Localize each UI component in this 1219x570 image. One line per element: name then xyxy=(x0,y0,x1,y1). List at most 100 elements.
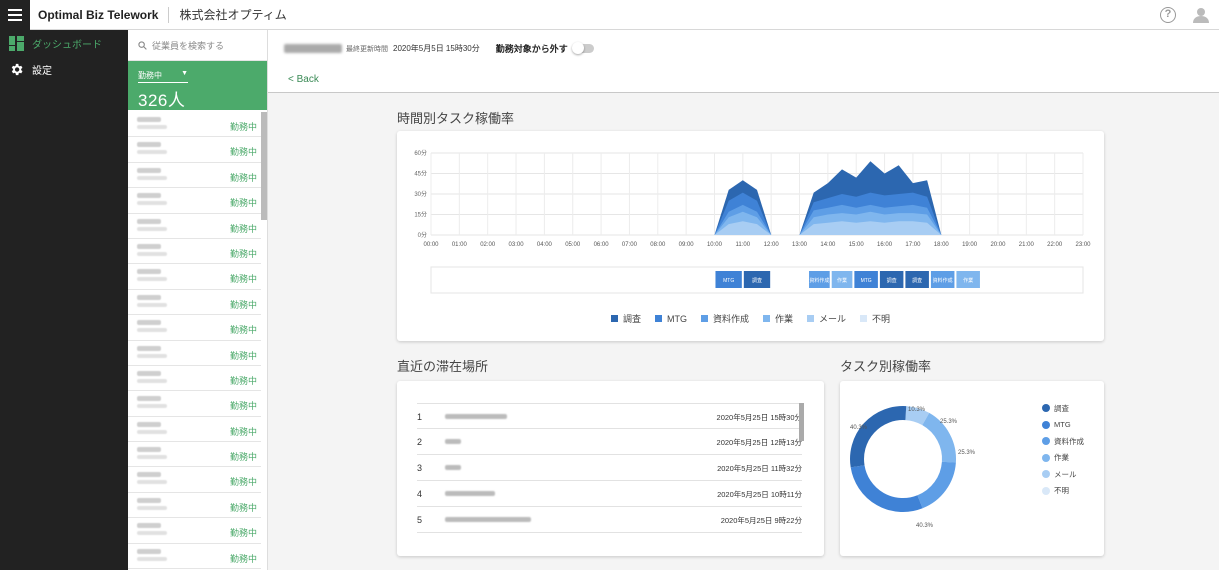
employee-dept-redacted xyxy=(137,150,167,155)
top-bar: Optimal Biz Telework 株式会社オプティム ? xyxy=(0,0,1219,30)
legend-swatch xyxy=(700,315,708,322)
location-index: 2 xyxy=(417,437,423,447)
employee-row[interactable]: 勤務中 xyxy=(128,442,261,468)
employee-row[interactable]: 勤務中 xyxy=(128,112,261,138)
legend-label: 資料作成 xyxy=(712,314,749,324)
title-divider xyxy=(168,6,170,23)
y-tick-label: 45分 xyxy=(414,170,427,178)
employee-row[interactable]: 勤務中 xyxy=(128,391,261,417)
employee-dept-redacted xyxy=(137,455,167,460)
donut-legend-swatch xyxy=(1042,437,1050,446)
donut-legend-label: 調査 xyxy=(1054,403,1069,413)
employee-row[interactable]: 勤務中 xyxy=(128,264,261,290)
exclude-from-work-toggle[interactable] xyxy=(571,42,594,54)
location-name-redacted xyxy=(445,439,461,444)
employee-status: 勤務中 xyxy=(229,553,257,564)
employee-name-redacted xyxy=(137,218,161,224)
employee-name-redacted xyxy=(137,193,161,199)
employee-name-redacted xyxy=(137,269,161,275)
donut-legend-item: 資料作成 xyxy=(1042,433,1084,450)
recent-locations-card: 1 2020年5月25日 15時30分 2 2020年5月25日 12時13分 3 202… xyxy=(397,381,824,556)
employee-dept-redacted xyxy=(137,429,167,434)
legend-swatch xyxy=(610,315,618,322)
location-name-redacted xyxy=(445,517,531,522)
employee-dept-redacted xyxy=(137,277,167,282)
employee-row[interactable]: 勤務中 xyxy=(128,315,261,341)
employee-dept-redacted xyxy=(137,531,167,536)
x-tick-label: 15:00 xyxy=(849,242,865,248)
donut-slice xyxy=(850,406,907,468)
employee-list-scrollbar[interactable] xyxy=(261,112,267,220)
location-row[interactable]: 1 2020年5月25日 15時30分 xyxy=(417,403,802,429)
location-time: 2020年5月25日 9時22分 xyxy=(720,516,802,525)
exclude-from-work-label: 勤務対象から外す xyxy=(495,44,568,54)
hamburger-menu-icon[interactable] xyxy=(0,0,30,30)
legend-item: MTG xyxy=(654,312,687,325)
help-icon[interactable]: ? xyxy=(1160,7,1176,23)
employee-dept-redacted xyxy=(137,404,167,409)
nav-item-label: 設定 xyxy=(32,65,52,77)
employee-dept-redacted xyxy=(137,251,167,256)
search-icon xyxy=(138,40,147,50)
employee-status: 勤務中 xyxy=(229,299,257,310)
nav-item-dashboard[interactable]: ダッシュボード xyxy=(0,30,128,56)
employee-row[interactable]: 勤務中 xyxy=(128,341,261,366)
donut-legend-label: 作業 xyxy=(1054,453,1069,463)
location-row[interactable]: 3 2020年5月25日 11時32分 xyxy=(417,455,802,481)
employee-dept-redacted xyxy=(137,328,167,333)
timeline-label: 作業 xyxy=(963,277,973,284)
employee-status: 勤務中 xyxy=(229,477,257,488)
employee-status: 勤務中 xyxy=(229,223,257,234)
x-tick-label: 00:00 xyxy=(423,242,439,248)
x-tick-label: 01:00 xyxy=(452,242,468,248)
employee-status: 勤務中 xyxy=(229,401,257,412)
legend-item: メール xyxy=(807,312,846,325)
donut-legend-item: 調査 xyxy=(1042,400,1084,417)
employee-row[interactable]: 勤務中 xyxy=(128,544,261,570)
employee-row[interactable]: 勤務中 xyxy=(128,417,261,443)
employee-row[interactable]: 勤務中 xyxy=(128,467,261,493)
x-tick-label: 18:00 xyxy=(934,242,950,248)
location-index: 4 xyxy=(417,489,423,499)
x-tick-label: 08:00 xyxy=(650,242,666,248)
employee-name-redacted xyxy=(137,142,161,148)
legend-item: 調査 xyxy=(610,312,641,325)
employee-row[interactable]: 勤務中 xyxy=(128,188,261,214)
donut-legend-swatch xyxy=(1042,420,1050,429)
employee-row[interactable]: 勤務中 xyxy=(128,493,261,519)
employee-name-redacted xyxy=(137,523,161,529)
location-time: 2020年5月25日 15時30分 xyxy=(716,413,802,422)
donut-legend-swatch xyxy=(1042,470,1050,479)
hourly-task-card: 60分 45分 30分 15分 0分 00:00 01:00 02:00 03:00 04:00 0… xyxy=(397,131,1104,341)
status-filter-select[interactable]: 勤務中 ▼ xyxy=(138,70,188,83)
employee-name-redacted xyxy=(137,167,161,173)
location-row[interactable]: 2 2020年5月25日 12時13分 xyxy=(417,429,802,455)
gear-icon xyxy=(11,63,23,75)
employee-row[interactable]: 勤務中 xyxy=(128,137,261,163)
user-avatar-icon[interactable] xyxy=(1192,6,1210,24)
donut-slice xyxy=(917,461,956,509)
back-link[interactable]: < Back xyxy=(288,74,319,85)
donut-legend-item: 作業 xyxy=(1042,450,1084,467)
employee-name-redacted xyxy=(137,497,161,503)
employee-row[interactable]: 勤務中 xyxy=(128,239,261,265)
timeline-label: MTG xyxy=(861,278,872,284)
location-row[interactable]: 5 2020年5月25日 9時22分 xyxy=(417,507,802,533)
donut-slice xyxy=(922,412,956,463)
nav-item-settings[interactable]: 設定 xyxy=(0,56,128,82)
x-tick-label: 13:00 xyxy=(792,242,808,248)
employee-dept-redacted xyxy=(137,175,167,180)
employee-row[interactable]: 勤務中 xyxy=(128,366,261,392)
location-name-redacted xyxy=(445,491,495,496)
employee-row[interactable]: 勤務中 xyxy=(128,163,261,189)
locations-scrollbar[interactable] xyxy=(799,403,804,441)
employee-row[interactable]: 勤務中 xyxy=(128,518,261,544)
employee-search-input[interactable]: 従業員を検索する xyxy=(128,30,267,61)
employee-row[interactable]: 勤務中 xyxy=(128,214,261,239)
location-row[interactable]: 4 2020年5月25日 10時11分 xyxy=(417,481,802,507)
legend-swatch xyxy=(654,315,662,322)
employee-dept-redacted xyxy=(137,556,167,561)
status-filter-value: 勤務中 xyxy=(138,71,162,80)
employee-status: 勤務中 xyxy=(229,325,257,336)
employee-row[interactable]: 勤務中 xyxy=(128,290,261,316)
